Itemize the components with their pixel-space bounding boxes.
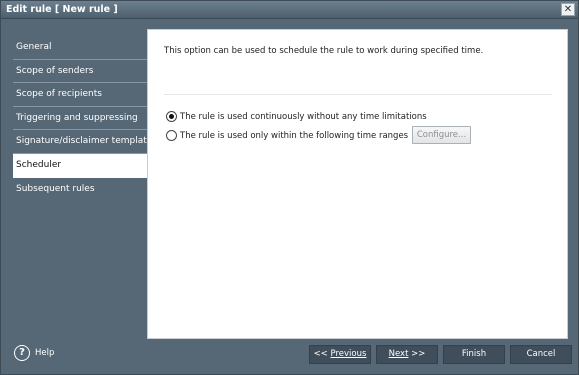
- help-icon: ?: [14, 345, 30, 361]
- sidebar: General Scope of senders Scope of recipi…: [13, 36, 152, 202]
- sidebar-item-scope-of-senders[interactable]: Scope of senders: [13, 60, 147, 84]
- window-title: Edit rule [ New rule ]: [6, 4, 118, 15]
- sidebar-item-scope-of-recipients[interactable]: Scope of recipients: [13, 83, 147, 107]
- next-button[interactable]: Next >>: [376, 345, 438, 364]
- help-link[interactable]: ? Help: [14, 345, 54, 361]
- edit-rule-window: Edit rule [ New rule ] ✕ General Scope o…: [0, 0, 579, 375]
- content-panel: This option can be used to schedule the …: [147, 29, 568, 339]
- configure-button[interactable]: Configure...: [412, 126, 471, 144]
- divider: [164, 94, 552, 95]
- option-continuous-label: The rule is used continuously without an…: [180, 111, 427, 122]
- next-label: Next: [388, 349, 409, 359]
- close-icon: ✕: [563, 4, 573, 15]
- radio-icon[interactable]: [166, 111, 177, 122]
- radio-icon[interactable]: [166, 130, 177, 141]
- cancel-button[interactable]: Cancel: [510, 345, 572, 364]
- option-continuous[interactable]: The rule is used continuously without an…: [166, 111, 427, 122]
- scheduler-description: This option can be used to schedule the …: [164, 46, 484, 56]
- next-arrows: >>: [411, 349, 426, 359]
- sidebar-item-general[interactable]: General: [13, 36, 147, 60]
- previous-button[interactable]: << Previous: [309, 345, 371, 364]
- help-label: Help: [35, 348, 55, 358]
- option-time-ranges-label: The rule is used only within the followi…: [180, 130, 409, 141]
- sidebar-item-triggering-and-suppressing[interactable]: Triggering and suppressing: [13, 107, 147, 131]
- option-time-ranges[interactable]: The rule is used only within the followi…: [166, 130, 408, 141]
- sidebar-item-signature-disclaimer-template[interactable]: Signature/disclaimer template: [13, 130, 152, 154]
- title-bar: Edit rule [ New rule ] ✕: [1, 1, 578, 19]
- sidebar-item-subsequent-rules[interactable]: Subsequent rules: [13, 178, 147, 202]
- previous-arrows: <<: [313, 349, 328, 359]
- previous-label: Previous: [330, 349, 367, 359]
- close-button[interactable]: ✕: [561, 3, 575, 16]
- finish-button[interactable]: Finish: [443, 345, 505, 364]
- sidebar-item-scheduler[interactable]: Scheduler: [13, 153, 147, 178]
